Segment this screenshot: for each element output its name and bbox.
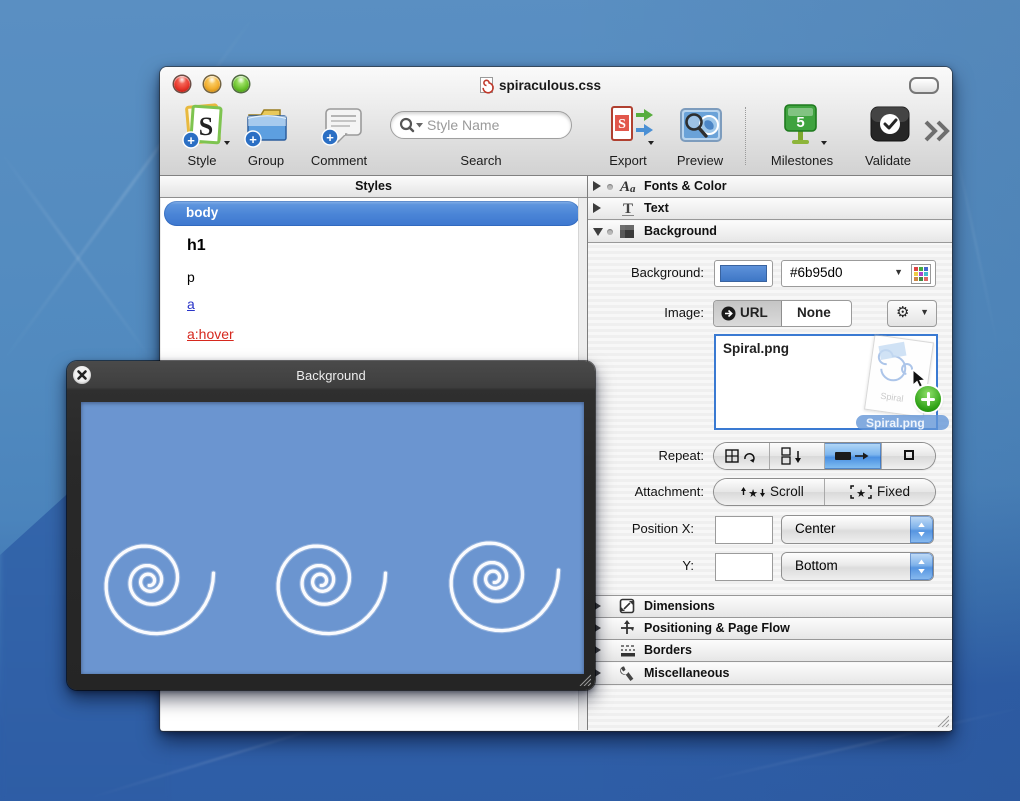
svg-text:+: + bbox=[249, 132, 257, 147]
svg-text:S: S bbox=[618, 117, 626, 132]
svg-text:★: ★ bbox=[748, 488, 758, 500]
svg-text:Spiral: Spiral bbox=[880, 391, 904, 404]
svg-text:+: + bbox=[187, 133, 195, 148]
svg-text:+: + bbox=[326, 130, 334, 145]
svg-text:S: S bbox=[199, 112, 213, 141]
svg-text:T: T bbox=[623, 201, 633, 217]
svg-text:a: a bbox=[630, 183, 636, 195]
svg-text:A: A bbox=[619, 179, 630, 195]
svg-text:5: 5 bbox=[796, 114, 804, 131]
svg-text:★: ★ bbox=[856, 488, 866, 500]
